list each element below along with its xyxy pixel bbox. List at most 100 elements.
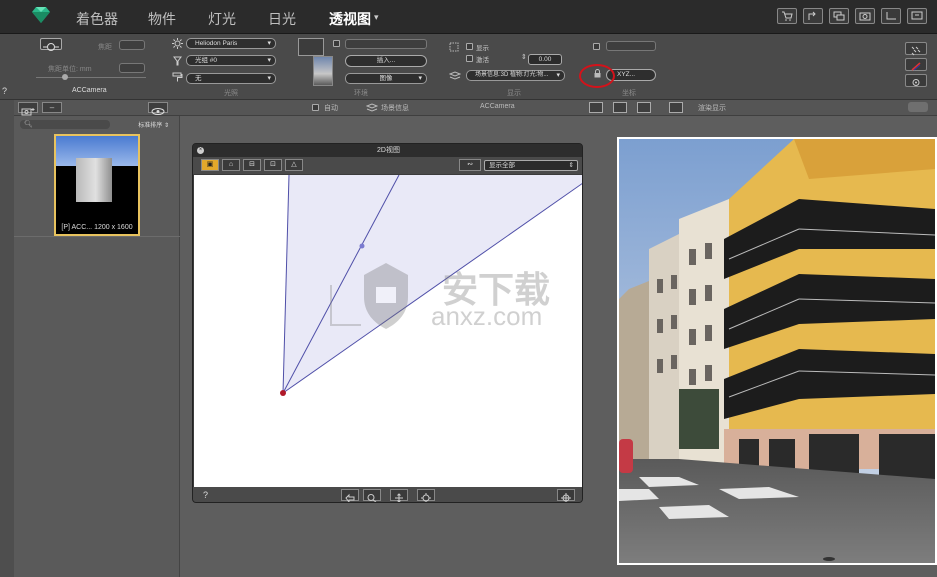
show-all-dropdown[interactable]: 显示全部 ⇕ — [484, 160, 578, 171]
sceneinfo-dropdown[interactable]: 场景信息:3D 植物:灯光:物... — [466, 70, 565, 81]
activate-checkbox[interactable] — [466, 55, 473, 62]
right-slider[interactable] — [908, 102, 928, 112]
grid-icon — [449, 42, 459, 52]
heliodon-dropdown[interactable]: Heliodon Paris — [186, 38, 276, 49]
section-view-button[interactable]: ⊡ — [264, 159, 282, 171]
color-pick-button[interactable] — [905, 58, 927, 71]
environment-checkbox[interactable] — [333, 40, 340, 47]
render-display-button[interactable] — [669, 102, 683, 113]
coords-field[interactable] — [606, 41, 656, 51]
sensor-field[interactable] — [119, 63, 145, 73]
roof-view-button[interactable]: △ — [285, 159, 303, 171]
chevron-down-icon[interactable]: ▾ — [374, 12, 379, 23]
cart-icon[interactable] — [777, 8, 797, 24]
display-checkbox[interactable] — [466, 43, 473, 50]
activate-checkbox-label: 激活 — [476, 57, 489, 64]
none-dropdown[interactable]: 无 — [186, 73, 276, 84]
panel-divider — [14, 236, 180, 237]
frame-fit-button[interactable] — [613, 102, 627, 113]
menu-objects[interactable]: 物件 — [148, 9, 176, 29]
layers-icon — [449, 71, 461, 80]
windows-icon[interactable] — [829, 8, 849, 24]
left-strip: ? — [0, 86, 14, 577]
thumbnail-label: [P] ACC... 1200 x 1600 — [61, 224, 133, 231]
view-canvas[interactable]: 安下载 anxz.com — [194, 174, 582, 487]
visibility-button[interactable] — [148, 102, 168, 115]
zoom-fit-icon — [421, 493, 431, 502]
render-display-label: 渲染显示 — [698, 105, 726, 112]
focal-field[interactable] — [119, 40, 145, 50]
close-icon[interactable]: × — [197, 147, 204, 154]
window-footer: ? — [193, 487, 582, 502]
move-icon — [395, 493, 403, 502]
camera-icon[interactable] — [855, 8, 875, 24]
zoom-button[interactable] — [363, 489, 381, 502]
sceneinfo-label: 场景信息 — [381, 105, 409, 112]
display-checkbox-label: 显示 — [476, 45, 489, 52]
screen-icon[interactable] — [907, 8, 927, 24]
environment-preview[interactable] — [298, 38, 324, 56]
search-icon: 🔍︎ — [24, 121, 33, 128]
environment-group-label: 环境 — [354, 90, 368, 97]
updown-icon: ⇕ — [568, 162, 574, 169]
pattern-button[interactable] — [905, 42, 927, 56]
link-icon[interactable]: ∾ — [459, 159, 481, 171]
render-preview-photo[interactable] — [617, 137, 937, 565]
target-icon — [561, 493, 571, 502]
remove-camera-button[interactable]: – — [42, 102, 62, 113]
camera-list-panel: 🔍︎ 标准排序 ⇕ [P] ACC... 1200 x 1600 — [14, 116, 180, 577]
zoom-slider-handle[interactable] — [62, 74, 68, 80]
frame-right-button[interactable] — [637, 102, 651, 113]
sub-toolbar: – 自动 场景信息 ACCamera 渲染显示 — [0, 100, 937, 116]
monitor-icon[interactable] — [881, 8, 901, 24]
layers-small-icon — [366, 103, 378, 112]
view-toggle-button[interactable] — [40, 38, 62, 51]
gear-icon — [912, 79, 920, 86]
help-icon[interactable]: ? — [2, 86, 7, 96]
window-help-icon[interactable]: ? — [203, 490, 208, 500]
zoom-fit-button[interactable] — [417, 489, 435, 502]
auto-checkbox[interactable] — [312, 104, 319, 111]
settings-button[interactable] — [905, 74, 927, 87]
eye-icon — [151, 108, 165, 115]
app-logo-icon[interactable] — [30, 6, 52, 24]
menu-shaders[interactable]: 着色器 — [76, 9, 118, 29]
search-input[interactable]: 🔍︎ — [20, 120, 110, 129]
stepper-icon[interactable]: ⇕ — [521, 53, 527, 61]
value-field[interactable]: 0.00 — [528, 54, 562, 65]
camera-thumbnail[interactable] — [54, 134, 140, 236]
camera-plus-icon — [21, 108, 35, 116]
pan-button[interactable] — [390, 489, 408, 502]
sort-dropdown[interactable]: 标准排序 ⇕ — [138, 120, 169, 129]
import-button[interactable]: 插入... — [345, 55, 427, 67]
menu-sunlight[interactable]: 日光 — [268, 9, 296, 29]
street-photo — [619, 139, 935, 563]
zoom-slider[interactable] — [36, 77, 146, 78]
menu-bar: 着色器 物件 灯光 日光 透视图 ▾ — [0, 0, 937, 34]
target-point[interactable] — [359, 243, 365, 249]
share-icon[interactable] — [803, 8, 823, 24]
display-group-label: 显示 — [507, 90, 521, 97]
image-dropdown[interactable]: 图像 — [345, 73, 427, 84]
spotlight-icon — [173, 56, 182, 66]
frame-left-button[interactable] — [589, 102, 603, 113]
auto-label: 自动 — [324, 105, 338, 112]
front-view-button[interactable]: ⌂ — [222, 159, 240, 171]
target-button[interactable] — [557, 489, 575, 502]
add-camera-button[interactable] — [18, 102, 38, 116]
undo-view-button[interactable] — [341, 489, 359, 502]
environment-photo-thumb[interactable] — [313, 56, 333, 86]
side-view-button[interactable]: ⊟ — [243, 159, 261, 171]
camera-point[interactable] — [280, 390, 286, 396]
plan-view-button[interactable]: ▣ — [201, 159, 219, 171]
sun-icon — [172, 38, 183, 49]
environment-field[interactable] — [345, 39, 427, 49]
coords-checkbox[interactable] — [593, 43, 600, 50]
subbar-camera-label: ACCamera — [480, 103, 515, 110]
menu-perspective[interactable]: 透视图 — [329, 9, 371, 29]
menu-lights[interactable]: 灯光 — [208, 9, 236, 29]
lightgroup-dropdown[interactable]: 光组 #0 — [186, 55, 276, 66]
thumbnail-building — [76, 158, 112, 202]
paint-roller-icon — [172, 72, 183, 82]
top-icon-group — [777, 8, 927, 24]
